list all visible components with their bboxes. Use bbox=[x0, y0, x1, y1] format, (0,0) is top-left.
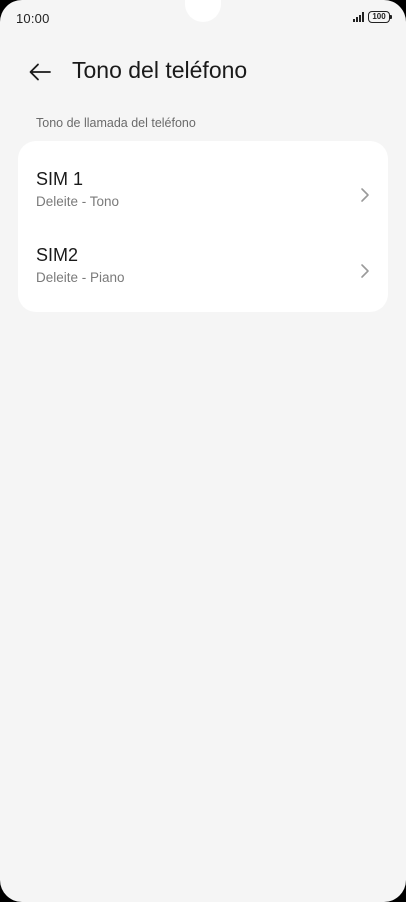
section-label: Tono de llamada del teléfono bbox=[36, 116, 196, 130]
page-title: Tono del teléfono bbox=[72, 57, 248, 83]
signal-icon bbox=[353, 12, 364, 22]
camera-notch bbox=[185, 0, 221, 22]
list-item-subtitle: Deleite - Piano bbox=[36, 270, 125, 285]
chevron-right-icon bbox=[361, 188, 369, 202]
battery-icon: 100 bbox=[368, 11, 392, 23]
status-bar: 10:00 100 bbox=[0, 0, 406, 36]
phone-screen: 10:00 100 Tono del teléfono Tono de llam… bbox=[0, 0, 406, 902]
ringtone-list-card: SIM 1 Deleite - Tono SIM2 Deleite - Pian… bbox=[18, 141, 388, 312]
status-time: 10:00 bbox=[16, 11, 50, 26]
list-item-title: SIM2 bbox=[36, 245, 79, 265]
list-item-sim1[interactable]: SIM 1 Deleite - Tono bbox=[18, 151, 388, 227]
back-button[interactable] bbox=[24, 58, 56, 86]
list-item-subtitle: Deleite - Tono bbox=[36, 194, 120, 209]
arrow-left-icon bbox=[29, 63, 51, 81]
battery-level: 100 bbox=[372, 12, 386, 21]
list-item-title: SIM 1 bbox=[36, 169, 84, 189]
status-icons: 100 bbox=[353, 11, 392, 23]
app-header: Tono del teléfono bbox=[0, 52, 406, 92]
list-item-sim2[interactable]: SIM2 Deleite - Piano bbox=[18, 227, 388, 303]
chevron-right-icon bbox=[361, 264, 369, 278]
